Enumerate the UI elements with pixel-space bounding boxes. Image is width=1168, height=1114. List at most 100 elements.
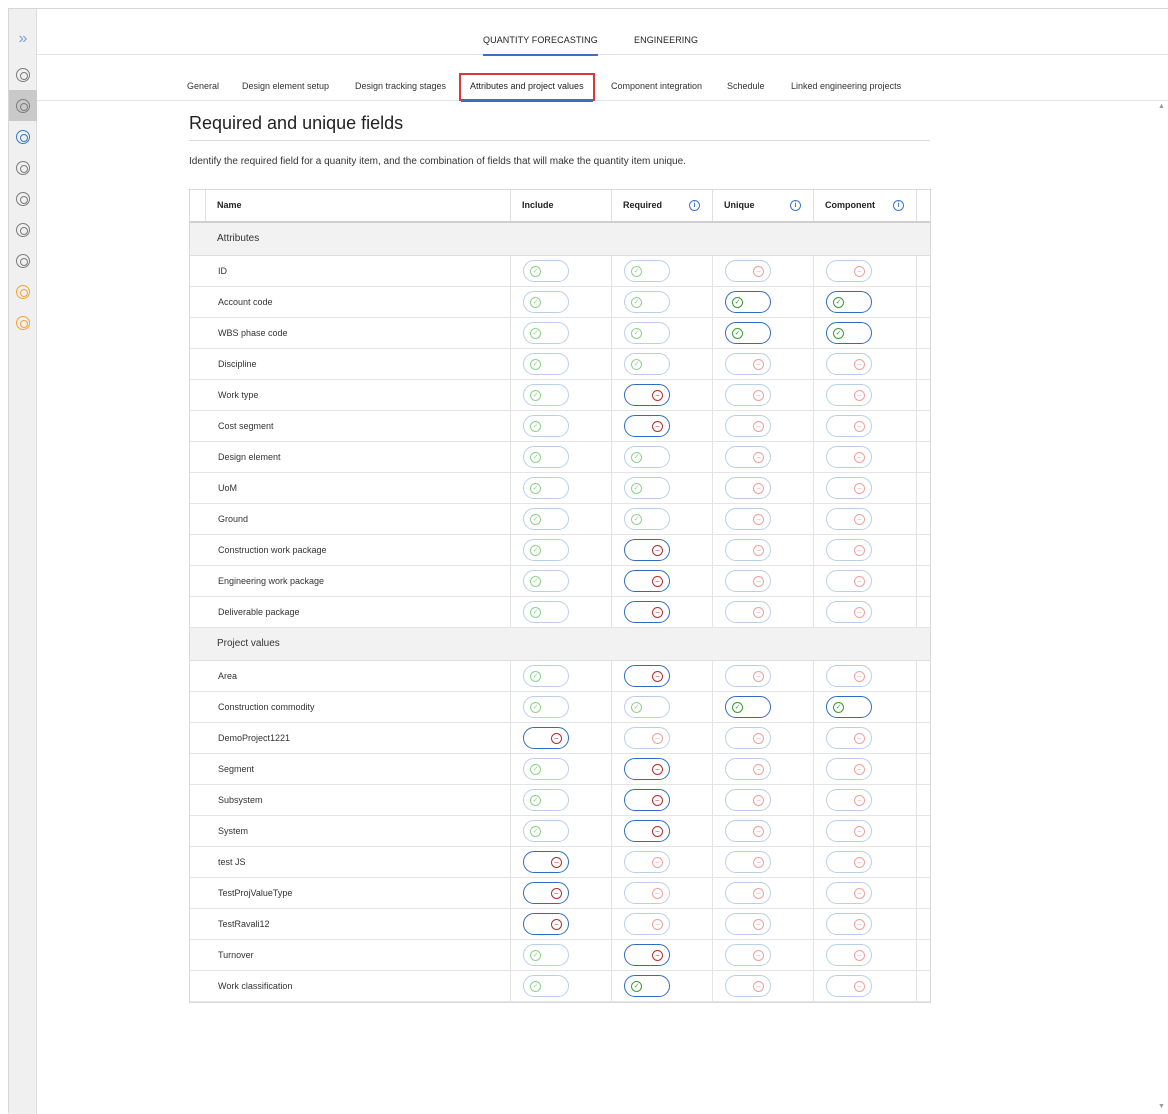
required-toggle[interactable]: ✓	[624, 446, 670, 468]
required-toggle[interactable]: ✓	[624, 353, 670, 375]
include-toggle[interactable]: ✓	[523, 601, 569, 623]
unique-toggle[interactable]: –	[725, 353, 771, 375]
component-toggle[interactable]: –	[826, 665, 872, 687]
component-toggle[interactable]: –	[826, 758, 872, 780]
include-toggle[interactable]: ✓	[523, 696, 569, 718]
required-toggle[interactable]: ✓	[624, 975, 670, 997]
unique-toggle[interactable]: –	[725, 727, 771, 749]
column-header-include[interactable]: Include	[511, 190, 612, 221]
rail-item-2[interactable]	[9, 90, 37, 121]
unique-toggle[interactable]: –	[725, 477, 771, 499]
rail-item-1[interactable]	[9, 59, 37, 90]
include-toggle[interactable]: ✓	[523, 446, 569, 468]
include-toggle[interactable]: –	[523, 913, 569, 935]
required-toggle[interactable]: –	[624, 727, 670, 749]
subtab-schedule[interactable]: Schedule	[727, 81, 765, 91]
unique-toggle[interactable]: –	[725, 789, 771, 811]
component-toggle[interactable]: ✓	[826, 696, 872, 718]
include-toggle[interactable]: –	[523, 727, 569, 749]
component-toggle[interactable]: –	[826, 384, 872, 406]
component-toggle[interactable]: –	[826, 789, 872, 811]
unique-toggle[interactable]: ✓	[725, 696, 771, 718]
column-header-required[interactable]: Required i	[612, 190, 713, 221]
column-header-component[interactable]: Component i	[814, 190, 917, 221]
unique-toggle[interactable]: –	[725, 446, 771, 468]
unique-toggle[interactable]: –	[725, 758, 771, 780]
unique-toggle[interactable]: –	[725, 415, 771, 437]
component-toggle[interactable]: –	[826, 353, 872, 375]
component-toggle[interactable]: –	[826, 508, 872, 530]
rail-item-9[interactable]	[9, 307, 37, 338]
required-toggle[interactable]: –	[624, 570, 670, 592]
component-toggle[interactable]: –	[826, 975, 872, 997]
component-toggle[interactable]: –	[826, 727, 872, 749]
include-toggle[interactable]: ✓	[523, 758, 569, 780]
unique-toggle[interactable]: –	[725, 851, 771, 873]
required-toggle[interactable]: –	[624, 789, 670, 811]
required-toggle[interactable]: –	[624, 415, 670, 437]
rail-item-3[interactable]	[9, 121, 37, 152]
required-toggle[interactable]: ✓	[624, 508, 670, 530]
required-toggle[interactable]: –	[624, 601, 670, 623]
unique-toggle[interactable]: –	[725, 601, 771, 623]
component-toggle[interactable]: –	[826, 851, 872, 873]
component-toggle[interactable]: –	[826, 260, 872, 282]
scroll-up-icon[interactable]: ▲	[1158, 103, 1165, 110]
required-toggle[interactable]: –	[624, 913, 670, 935]
include-toggle[interactable]: ✓	[523, 291, 569, 313]
include-toggle[interactable]: ✓	[523, 570, 569, 592]
component-info-icon[interactable]: i	[893, 200, 904, 211]
vertical-scrollbar[interactable]: ▲ ▼	[1156, 101, 1168, 1114]
subtab-linked-engineering-projects[interactable]: Linked engineering projects	[791, 81, 901, 91]
unique-toggle[interactable]: –	[725, 384, 771, 406]
subtab-attributes-and-project-values[interactable]: Attributes and project values	[459, 73, 595, 102]
unique-toggle[interactable]: –	[725, 539, 771, 561]
include-toggle[interactable]: ✓	[523, 508, 569, 530]
unique-toggle[interactable]: –	[725, 944, 771, 966]
required-toggle[interactable]: –	[624, 851, 670, 873]
include-toggle[interactable]: ✓	[523, 477, 569, 499]
component-toggle[interactable]: –	[826, 539, 872, 561]
unique-toggle[interactable]: –	[725, 665, 771, 687]
component-toggle[interactable]: –	[826, 446, 872, 468]
include-toggle[interactable]: ✓	[523, 975, 569, 997]
component-toggle[interactable]: –	[826, 477, 872, 499]
include-toggle[interactable]: ✓	[523, 415, 569, 437]
required-toggle[interactable]: –	[624, 944, 670, 966]
required-toggle[interactable]: –	[624, 820, 670, 842]
component-toggle[interactable]: ✓	[826, 322, 872, 344]
include-toggle[interactable]: –	[523, 882, 569, 904]
rail-item-6[interactable]	[9, 214, 37, 245]
required-toggle[interactable]: –	[624, 758, 670, 780]
subtab-component-integration[interactable]: Component integration	[611, 81, 702, 91]
include-toggle[interactable]: ✓	[523, 260, 569, 282]
expand-rail-icon[interactable]: »	[9, 31, 37, 47]
unique-toggle[interactable]: ✓	[725, 291, 771, 313]
tab-quantity-forecasting[interactable]: QUANTITY FORECASTING	[483, 35, 598, 56]
required-toggle[interactable]: ✓	[624, 477, 670, 499]
required-info-icon[interactable]: i	[689, 200, 700, 211]
subtab-design-element-setup[interactable]: Design element setup	[242, 81, 329, 91]
required-toggle[interactable]: –	[624, 882, 670, 904]
required-toggle[interactable]: ✓	[624, 291, 670, 313]
scroll-down-icon[interactable]: ▼	[1158, 1103, 1165, 1110]
tab-engineering[interactable]: ENGINEERING	[634, 35, 698, 45]
unique-toggle[interactable]: –	[725, 508, 771, 530]
include-toggle[interactable]: ✓	[523, 322, 569, 344]
component-toggle[interactable]: –	[826, 601, 872, 623]
component-toggle[interactable]: –	[826, 415, 872, 437]
include-toggle[interactable]: ✓	[523, 384, 569, 406]
component-toggle[interactable]: –	[826, 570, 872, 592]
include-toggle[interactable]: ✓	[523, 789, 569, 811]
required-toggle[interactable]: –	[624, 384, 670, 406]
subtab-design-tracking-stages[interactable]: Design tracking stages	[355, 81, 446, 91]
rail-item-8[interactable]	[9, 276, 37, 307]
component-toggle[interactable]: ✓	[826, 291, 872, 313]
component-toggle[interactable]: –	[826, 913, 872, 935]
subtab-general[interactable]: General	[187, 81, 219, 91]
unique-toggle[interactable]: –	[725, 975, 771, 997]
include-toggle[interactable]: ✓	[523, 353, 569, 375]
required-toggle[interactable]: –	[624, 539, 670, 561]
required-toggle[interactable]: ✓	[624, 260, 670, 282]
rail-item-5[interactable]	[9, 183, 37, 214]
